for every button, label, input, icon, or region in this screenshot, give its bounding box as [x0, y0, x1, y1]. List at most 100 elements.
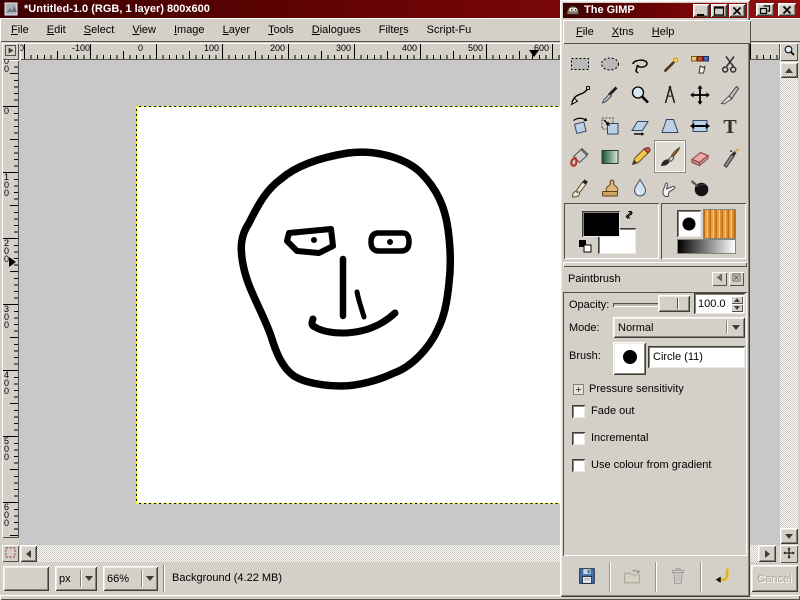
window-restore-button[interactable] [756, 3, 774, 16]
tool-fuzzy-select[interactable] [655, 48, 685, 79]
tool-color-picker[interactable] [595, 79, 625, 110]
tool-blend[interactable] [595, 141, 625, 172]
checkbox-fade-out[interactable] [572, 405, 585, 418]
mode-select[interactable]: Normal [613, 317, 745, 338]
tool-rotate[interactable] [565, 110, 595, 141]
checkbox-label[interactable]: Incremental [591, 432, 648, 444]
checkbox-label[interactable]: Fade out [591, 405, 634, 417]
tool-options-checkboxes: Fade out Incremental Use colour from gradi… [572, 404, 742, 472]
pressure-sensitivity-expander-icon[interactable] [573, 384, 584, 398]
tool-paintbrush[interactable] [655, 141, 685, 172]
tool-dodge-burn[interactable] [685, 172, 715, 203]
scale-icon [598, 114, 622, 138]
zoom-icon [628, 83, 652, 107]
v-ruler-label: 4 0 0 [4, 371, 9, 395]
v-scroll-down-button[interactable] [780, 528, 798, 544]
dock-detach-button[interactable] [712, 272, 727, 286]
pattern-indicator[interactable] [703, 209, 736, 239]
image-window-title: *Untitled-1.0 (RGB, 1 layer) 800x600 [24, 3, 210, 15]
delete-icon [667, 565, 689, 590]
brush-indicator[interactable] [677, 210, 701, 237]
tool-clone[interactable] [595, 172, 625, 203]
tool-eraser[interactable] [685, 141, 715, 172]
toolbox-minimize-button[interactable] [693, 4, 709, 17]
delete-options-button[interactable] [655, 562, 700, 592]
tool-rect-select[interactable] [565, 48, 595, 79]
flip-icon [688, 114, 712, 138]
dock-close-button[interactable] [729, 272, 744, 286]
tool-text[interactable]: T [715, 110, 745, 141]
reset-options-button[interactable] [700, 562, 745, 592]
tool-free-select[interactable] [625, 48, 655, 79]
save-options-button[interactable] [565, 562, 609, 592]
menu-edit[interactable]: Edit [38, 23, 75, 37]
opacity-spin-down[interactable] [731, 304, 743, 312]
pressure-sensitivity-label[interactable]: Pressure sensitivity [589, 383, 684, 395]
opacity-spin-up[interactable] [731, 296, 743, 304]
menu-xtns[interactable]: Xtns [603, 25, 643, 39]
menu-file[interactable]: File [2, 23, 38, 37]
gradient-indicator[interactable] [677, 239, 736, 254]
revert-options-button[interactable] [609, 562, 654, 592]
opacity-slider-handle[interactable] [658, 295, 690, 312]
tool-pencil[interactable] [625, 141, 655, 172]
canvas-menu-button[interactable] [2, 43, 19, 60]
window-close-button[interactable] [778, 3, 796, 16]
v-scrollbar-track[interactable] [780, 78, 798, 528]
menu-filters[interactable]: Filters [370, 23, 418, 37]
navigation-button[interactable] [780, 545, 798, 563]
swap-colors-icon[interactable] [623, 208, 636, 224]
zoom-follow-window-button[interactable] [780, 43, 798, 61]
tool-airbrush[interactable] [715, 141, 745, 172]
tool-scale[interactable] [595, 110, 625, 141]
checkbox-use-colour-from-gradient[interactable] [572, 459, 585, 472]
menu-help[interactable]: Help [643, 25, 684, 39]
foreground-color-swatch[interactable] [582, 211, 620, 237]
menu-select[interactable]: Select [75, 23, 124, 37]
default-colors-icon[interactable] [578, 239, 592, 256]
toolbox-close-button[interactable] [729, 4, 745, 17]
tool-scissors[interactable] [715, 48, 745, 79]
checkbox-incremental[interactable] [572, 432, 585, 445]
menu-layer[interactable]: Layer [214, 23, 260, 37]
menu-file[interactable]: File [567, 25, 603, 39]
toolbox-maximize-button[interactable] [711, 4, 727, 17]
tool-ellipse-select[interactable] [595, 48, 625, 79]
v-ruler-label: 0 [4, 107, 9, 115]
tool-zoom[interactable] [625, 79, 655, 110]
quick-mask-toggle[interactable] [2, 545, 19, 562]
h-scroll-right-button[interactable] [758, 545, 776, 562]
menu-dialogues[interactable]: Dialogues [303, 23, 370, 37]
cancel-button[interactable]: Cancel [751, 565, 798, 592]
tool-ink[interactable] [565, 172, 595, 203]
checkbox-label[interactable]: Use colour from gradient [591, 459, 711, 471]
tool-shear[interactable] [625, 110, 655, 141]
tool-options-title: Paintbrush [568, 273, 621, 285]
tool-paths[interactable] [565, 79, 595, 110]
v-scroll-up-button[interactable] [780, 62, 798, 78]
dock-separator[interactable] [563, 262, 747, 267]
tool-perspective[interactable] [655, 110, 685, 141]
tool-flip[interactable] [685, 110, 715, 141]
toolbox-titlebar[interactable]: The GIMP [563, 3, 747, 18]
h-scroll-left-button[interactable] [20, 545, 37, 562]
tool-measure[interactable] [655, 79, 685, 110]
zoom-select[interactable]: 66% [103, 566, 158, 591]
unit-select[interactable]: px [55, 566, 97, 591]
brush-preview-button[interactable] [613, 342, 646, 375]
v-ruler[interactable]: - 1 0 001 0 02 0 03 0 04 0 05 0 06 0 0 [2, 60, 19, 538]
tool-smudge[interactable] [655, 172, 685, 203]
tool-crop[interactable] [715, 79, 745, 110]
opacity-spinbox[interactable]: 100.0 [694, 293, 745, 314]
shear-icon [628, 114, 652, 138]
tool-convolve[interactable] [625, 172, 655, 203]
menu-script-fu[interactable]: Script-Fu [418, 23, 481, 37]
menu-tools[interactable]: Tools [259, 23, 303, 37]
tool-select-by-color[interactable] [685, 48, 715, 79]
brush-name-field[interactable]: Circle (11) [648, 346, 745, 368]
tool-bucket-fill[interactable] [565, 141, 595, 172]
opacity-slider-trough[interactable] [613, 303, 659, 307]
menu-image[interactable]: Image [165, 23, 214, 37]
menu-view[interactable]: View [123, 23, 165, 37]
tool-move[interactable] [685, 79, 715, 110]
